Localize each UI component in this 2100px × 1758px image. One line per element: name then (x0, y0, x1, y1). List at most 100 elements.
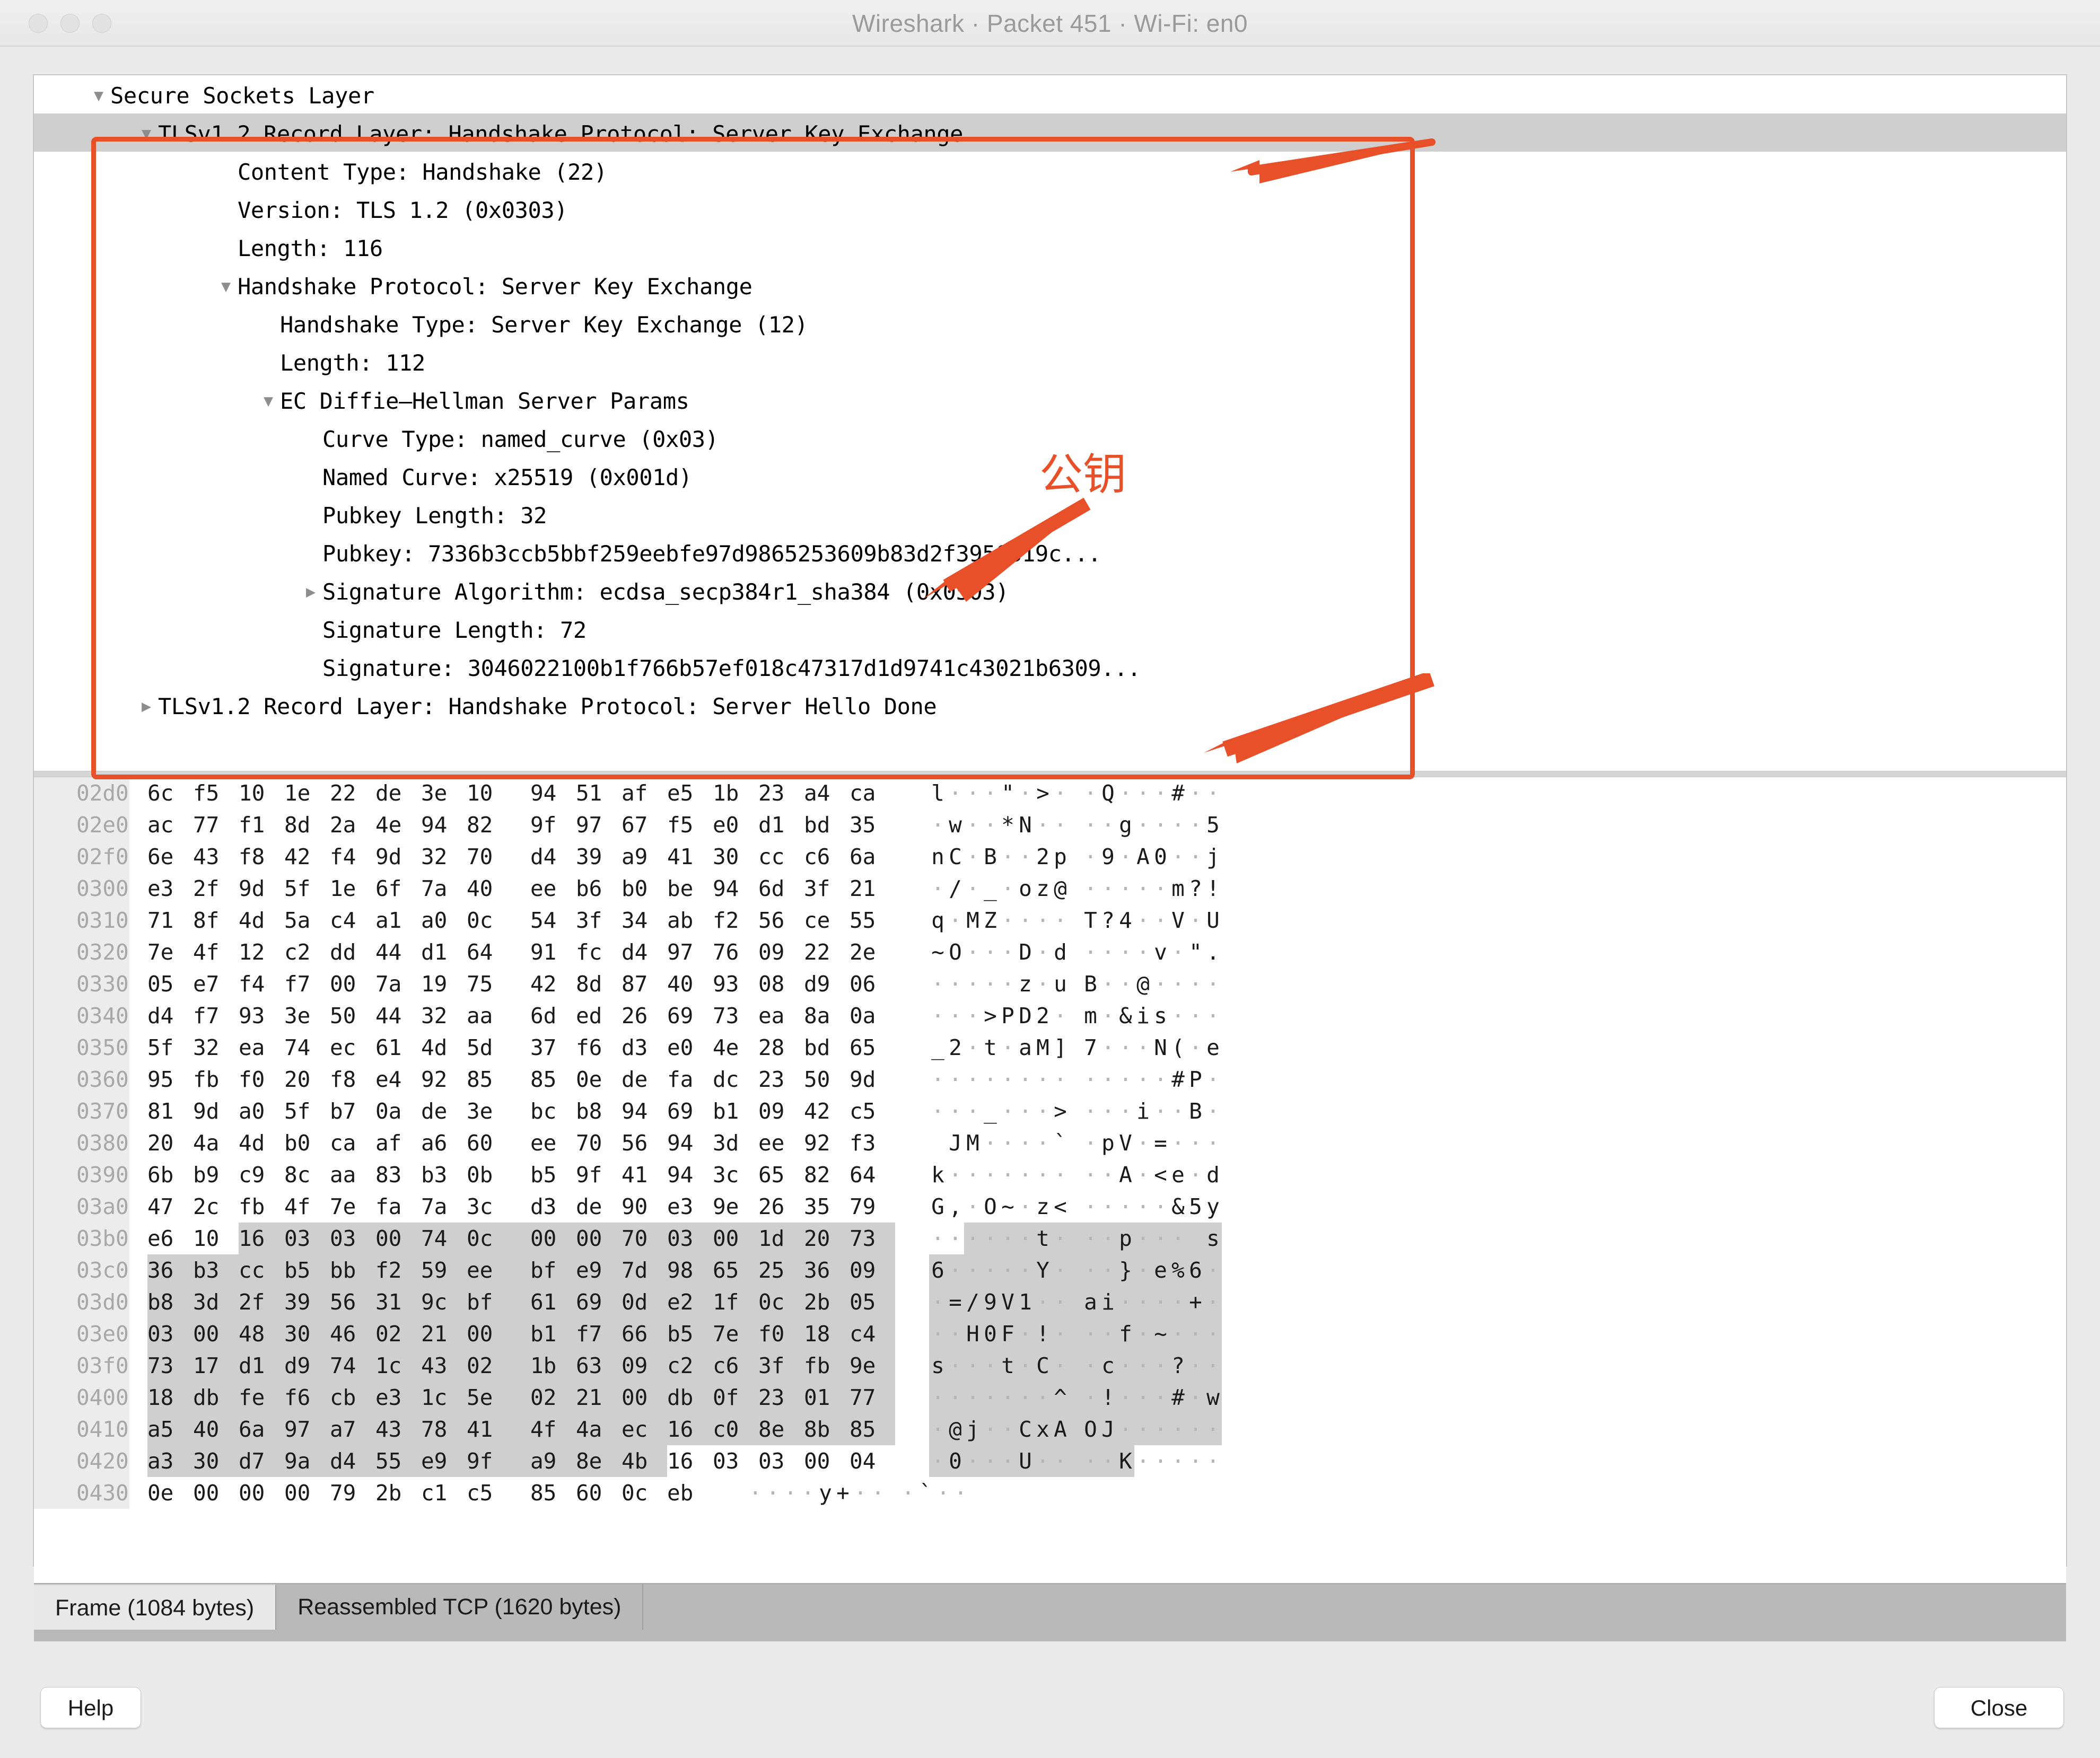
hexdump-byte[interactable]: 94 (667, 1127, 713, 1159)
hexdump-ascii-char[interactable]: · (964, 777, 982, 809)
hexdump-byte[interactable]: ee (758, 1127, 804, 1159)
hexdump-ascii-char[interactable]: · (1099, 1445, 1117, 1477)
hexdump-byte[interactable]: 00 (804, 1445, 850, 1477)
hexdump-ascii-char[interactable]: = (1152, 1127, 1169, 1159)
hexdump-ascii-char[interactable]: · (1082, 1159, 1099, 1191)
hexdump-byte[interactable]: 6a (239, 1413, 284, 1445)
hexdump-ascii-char[interactable]: P (999, 1000, 1017, 1032)
hexdump-byte[interactable]: 67 (622, 809, 667, 841)
hexdump-byte[interactable]: 79 (330, 1477, 375, 1509)
hexdump-byte[interactable]: 3f (804, 873, 850, 904)
hexdump-ascii-char[interactable]: · (982, 1159, 999, 1191)
hexdump-ascii-char[interactable]: e (1204, 1032, 1222, 1063)
hexdump-byte[interactable]: 3d (193, 1286, 239, 1318)
hexdump-ascii-char[interactable]: k (929, 1159, 947, 1191)
hexdump-byte[interactable]: d4 (330, 1445, 375, 1477)
hexdump-ascii-char[interactable]: F (999, 1318, 1017, 1350)
hexdump-ascii-char[interactable]: z (1034, 873, 1052, 904)
hexdump-byte[interactable]: 10 (193, 1223, 239, 1254)
hexdump-byte[interactable]: 0e (147, 1477, 193, 1509)
hexdump-ascii-char[interactable]: · (999, 1127, 1017, 1159)
hexdump-byte[interactable]: 40 (193, 1413, 239, 1445)
hexdump-ascii-char[interactable]: · (1017, 1159, 1034, 1191)
hexdump-ascii-char[interactable]: @ (1134, 968, 1152, 1000)
hexdump-ascii-char[interactable]: j (1204, 841, 1222, 873)
hexdump-ascii-char[interactable]: · (1082, 1445, 1099, 1477)
hexdump-byte[interactable]: 59 (421, 1254, 467, 1286)
hexdump-ascii-char[interactable]: · (929, 968, 947, 1000)
hexdump-ascii-char[interactable]: · (964, 968, 982, 1000)
hexdump-byte[interactable]: 5e (467, 1382, 512, 1413)
hexdump-byte[interactable]: f5 (193, 777, 239, 809)
hexdump-byte[interactable]: dc (713, 1063, 758, 1095)
hexdump-byte[interactable]: 40 (667, 968, 713, 1000)
hexdump-row[interactable]: 03906bb9c98caa83b30bb59f41943c658264k···… (34, 1159, 2066, 1191)
hexdump-ascii-char[interactable]: · (1052, 1000, 1069, 1032)
hexdump-ascii-char[interactable]: · (1204, 1254, 1222, 1286)
hexdump-ascii-char[interactable]: · (1204, 1127, 1222, 1159)
hexdump-byte[interactable]: 76 (713, 936, 758, 968)
hexdump-row[interactable]: 0410a5406a97a74378414f4aec16c08e8b85·@j·… (34, 1413, 2066, 1445)
hexdump-byte[interactable]: 20 (284, 1063, 330, 1095)
hexdump-ascii-char[interactable]: · (1187, 968, 1204, 1000)
hexdump-byte[interactable]: 82 (804, 1159, 850, 1191)
hexdump-ascii-char[interactable]: · (1082, 777, 1099, 809)
hexdump-ascii-char[interactable]: ~ (999, 1191, 1017, 1223)
hexdump-ascii-char[interactable]: · (869, 1477, 887, 1509)
hexdump-byte[interactable]: bc (530, 1095, 576, 1127)
hexdump-ascii-char[interactable]: · (1082, 1127, 1099, 1159)
hexdump-ascii-char[interactable]: · (1117, 1413, 1134, 1445)
hexdump-byte[interactable]: 94 (713, 873, 758, 904)
hexdump-byte[interactable]: 30 (193, 1445, 239, 1477)
hexdump-ascii-char[interactable]: # (1169, 1382, 1187, 1413)
hexdump-byte[interactable]: 54 (530, 904, 576, 936)
hexdump-ascii-char[interactable]: · (964, 1382, 982, 1413)
hexdump-byte[interactable]: de (576, 1191, 622, 1223)
hexdump-ascii-char[interactable]: · (934, 1477, 952, 1509)
hexdump-byte[interactable]: 5f (284, 873, 330, 904)
hexdump-byte[interactable]: c6 (804, 841, 850, 873)
hexdump-byte[interactable]: e3 (375, 1382, 421, 1413)
hexdump-ascii-char[interactable]: · (1134, 1159, 1152, 1191)
hexdump-ascii-char[interactable]: · (999, 904, 1017, 936)
hexdump-ascii-char[interactable]: · (1052, 1350, 1069, 1382)
hexdump-ascii-char[interactable]: · (964, 1223, 982, 1254)
hexdump-ascii-char[interactable]: · (1017, 1254, 1034, 1286)
byte-view-tabs[interactable]: Frame (1084 bytes)Reassembled TCP (1620 … (34, 1583, 2066, 1641)
hexdump-ascii-char[interactable]: · (1169, 1286, 1187, 1318)
hexdump-byte[interactable]: 85 (467, 1063, 512, 1095)
packet-bytes-hexdump[interactable]: 02d06cf5101e22de3e109451afe51b23a4cal···… (34, 777, 2066, 1583)
hexdump-ascii-char[interactable]: · (764, 1477, 782, 1509)
hexdump-ascii-char[interactable]: · (982, 968, 999, 1000)
hexdump-byte[interactable]: 74 (330, 1350, 375, 1382)
hexdump-ascii-char[interactable]: d (1204, 1159, 1222, 1191)
hexdump-ascii-char[interactable]: w (1204, 1382, 1222, 1413)
hexdump-ascii-char[interactable]: · (964, 1445, 982, 1477)
hexdump-ascii-char[interactable]: · (1099, 1191, 1117, 1223)
hexdump-byte[interactable]: 25 (758, 1254, 804, 1286)
hexdump-row[interactable]: 0370819da05fb70ade3ebcb89469b10942c5···_… (34, 1095, 2066, 1127)
hexdump-byte[interactable]: 00 (193, 1477, 239, 1509)
hexdump-byte[interactable]: d1 (239, 1350, 284, 1382)
hexdump-byte[interactable]: 94 (622, 1095, 667, 1127)
hexdump-ascii-char[interactable]: · (1052, 904, 1069, 936)
hexdump-byte[interactable]: c2 (667, 1350, 713, 1382)
hexdump-byte[interactable]: 85 (530, 1063, 576, 1095)
hexdump-byte[interactable]: 34 (622, 904, 667, 936)
hexdump-ascii-char[interactable]: H (964, 1318, 982, 1350)
hexdump-byte[interactable]: a5 (147, 1413, 193, 1445)
hexdump-ascii-char[interactable]: _ (982, 873, 999, 904)
hexdump-ascii-char[interactable]: · (1134, 1223, 1152, 1254)
hexdump-ascii-char[interactable]: · (982, 1127, 999, 1159)
hexdump-ascii-char[interactable]: " (1187, 936, 1204, 968)
hexdump-ascii-char[interactable]: · (1169, 1000, 1187, 1032)
hexdump-byte[interactable]: f6 (576, 1032, 622, 1063)
hexdump-byte[interactable]: 51 (576, 777, 622, 809)
hexdump-ascii-char[interactable]: o (1017, 873, 1034, 904)
hexdump-byte[interactable]: b9 (193, 1159, 239, 1191)
hexdump-ascii-char[interactable]: · (799, 1477, 817, 1509)
hexdump-ascii-char[interactable]: · (1099, 1095, 1117, 1127)
hexdump-row[interactable]: 03e00300483046022100b1f766b57ef018c4··H0… (34, 1318, 2066, 1350)
hexdump-byte[interactable]: 28 (758, 1032, 804, 1063)
hexdump-byte[interactable]: 21 (421, 1318, 467, 1350)
